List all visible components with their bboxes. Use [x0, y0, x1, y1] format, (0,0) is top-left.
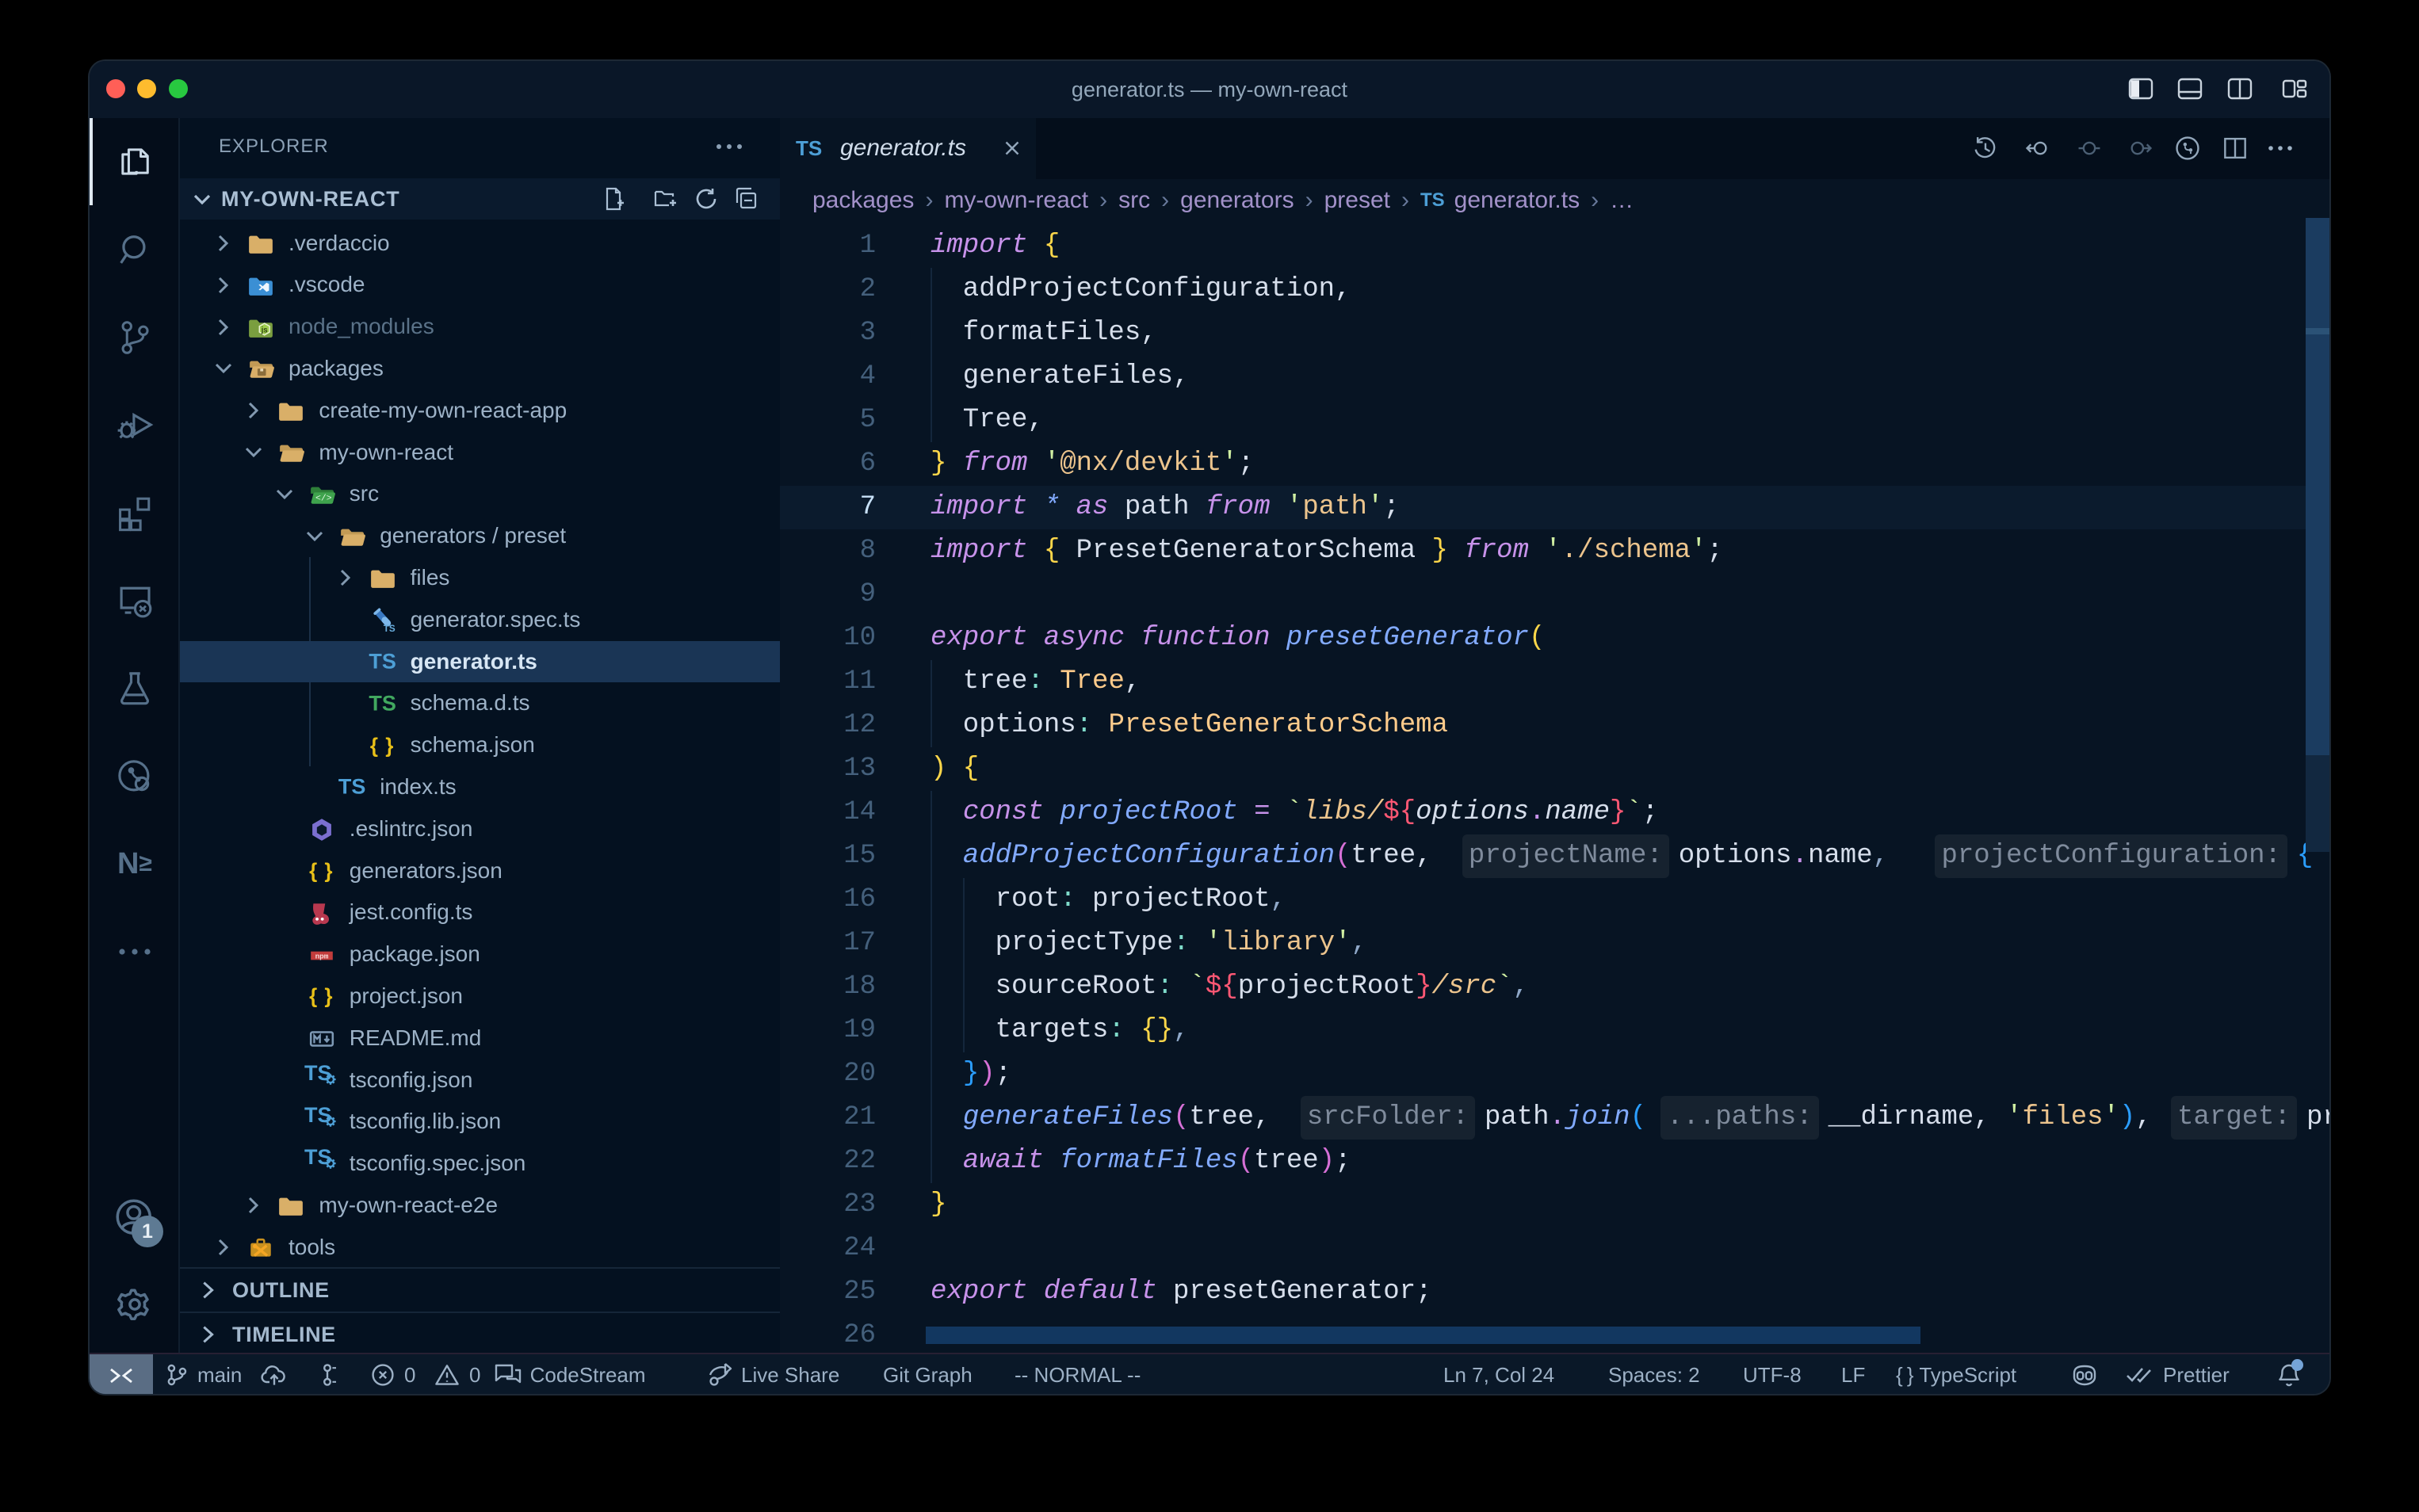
svg-text:npm: npm: [315, 952, 328, 960]
svg-text:</>: </>: [315, 493, 332, 503]
svg-text:js: js: [261, 326, 269, 334]
svg-text:TS: TS: [383, 624, 395, 634]
